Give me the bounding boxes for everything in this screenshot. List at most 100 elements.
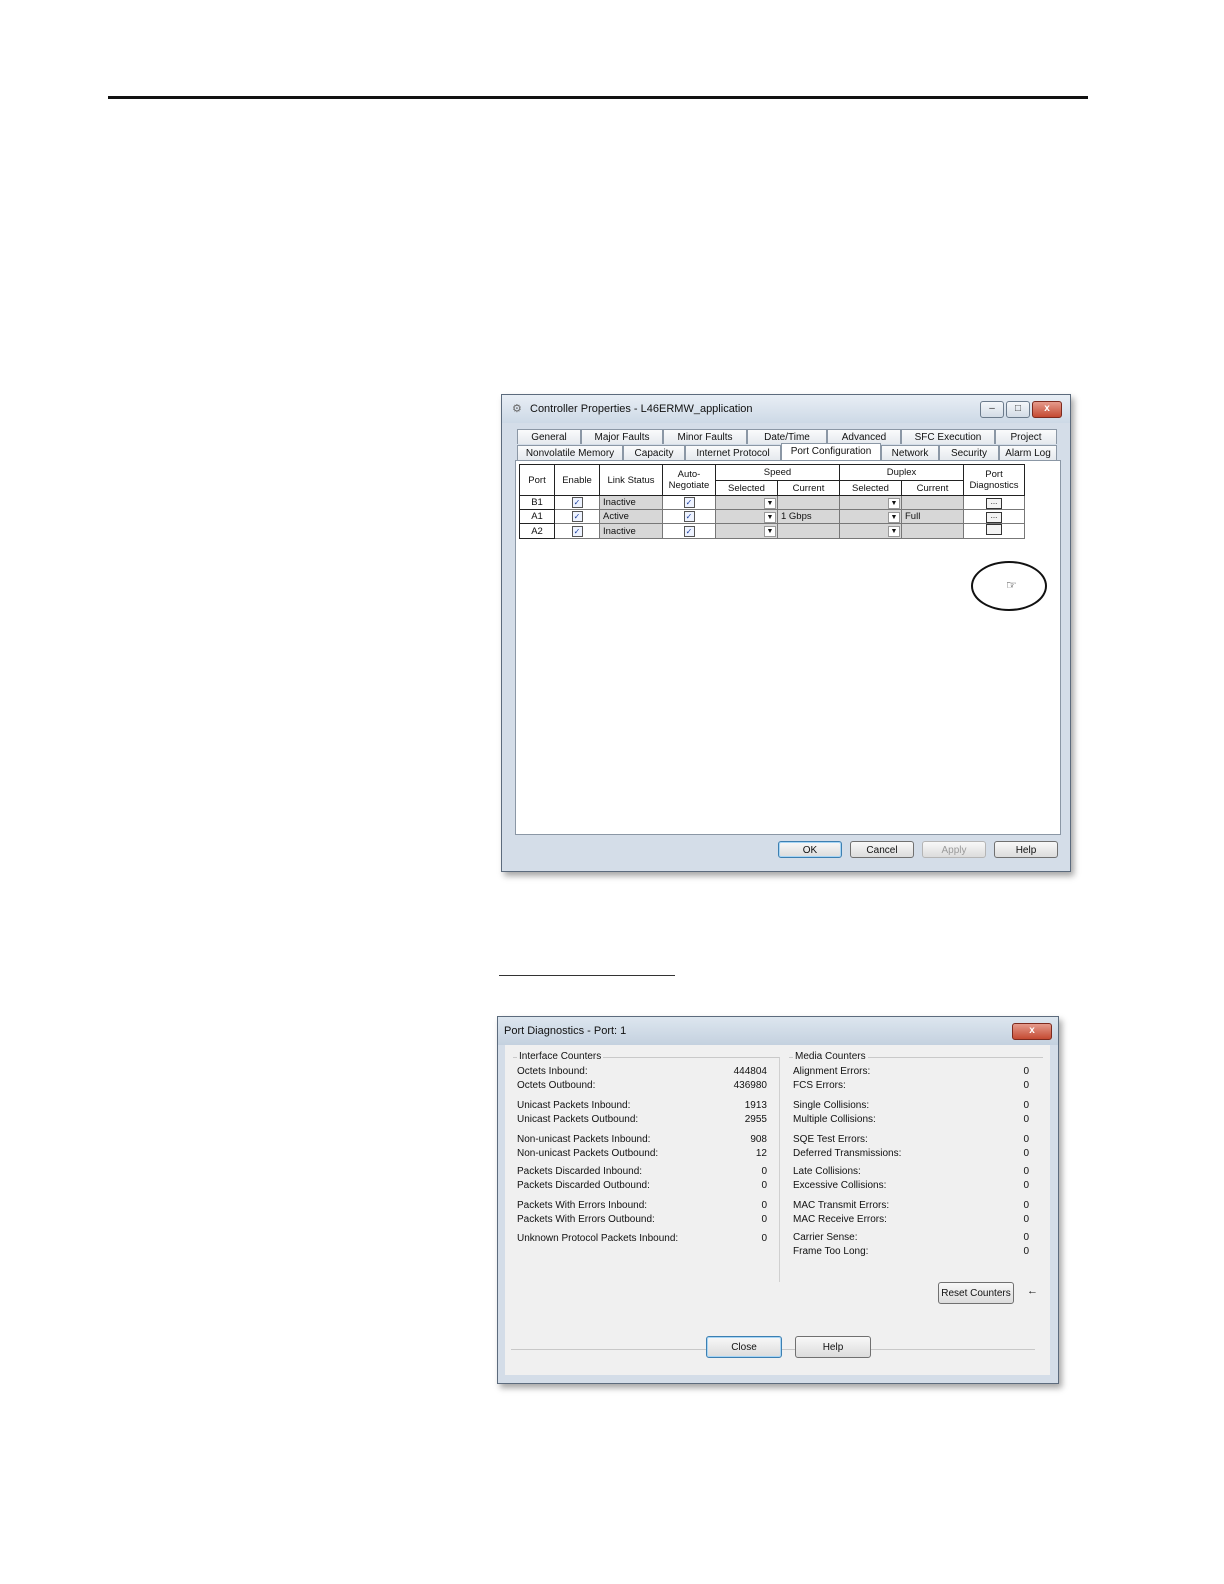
tab-internet-protocol[interactable]: Internet Protocol bbox=[685, 445, 781, 460]
counter-value: 444804 bbox=[733, 1066, 767, 1077]
counter-row: Multiple Collisions: 0 bbox=[793, 1114, 1029, 1126]
title-bar[interactable]: ⚙ Controller Properties - L46ERMW_applic… bbox=[502, 395, 1070, 423]
tab-sfc-execution[interactable]: SFC Execution bbox=[901, 429, 995, 444]
port-diagnostics-button[interactable]: ... bbox=[986, 512, 1002, 523]
counter-value: 0 bbox=[1023, 1214, 1029, 1225]
counter-label: Excessive Collisions: bbox=[793, 1180, 887, 1191]
counter-label: Unknown Protocol Packets Inbound: bbox=[517, 1233, 679, 1244]
chevron-down-icon: ▼ bbox=[888, 526, 900, 537]
counter-label: Late Collisions: bbox=[793, 1166, 861, 1177]
tab-security[interactable]: Security bbox=[939, 445, 999, 460]
link-status-cell: Inactive bbox=[599, 523, 663, 539]
counter-label: Deferred Transmissions: bbox=[793, 1148, 902, 1159]
help-button[interactable]: Help bbox=[795, 1336, 871, 1358]
tab-capacity[interactable]: Capacity bbox=[623, 445, 685, 460]
col-speed-current: Current bbox=[777, 480, 840, 496]
counter-row: Excessive Collisions: 0 bbox=[793, 1180, 1029, 1192]
counter-label: Packets Discarded Inbound: bbox=[517, 1166, 643, 1177]
col-speed-selected: Selected bbox=[715, 480, 778, 496]
counter-row: SQE Test Errors: 0 bbox=[793, 1134, 1029, 1146]
tab-network[interactable]: Network bbox=[881, 445, 939, 460]
tab-row-2: Nonvolatile Memory Capacity Internet Pro… bbox=[517, 443, 1057, 461]
duplex-select[interactable]: ▼ bbox=[839, 523, 902, 539]
port-configuration-panel: Port Enable Link Status Auto- Negotiate … bbox=[515, 460, 1061, 835]
speed-select[interactable]: ▼ bbox=[715, 509, 778, 524]
port-table: Port Enable Link Status Auto- Negotiate … bbox=[519, 464, 1025, 539]
counter-label: Frame Too Long: bbox=[793, 1246, 869, 1257]
tab-advanced[interactable]: Advanced bbox=[827, 429, 901, 444]
counter-row: Unknown Protocol Packets Inbound: 0 bbox=[517, 1233, 767, 1245]
enable-checkbox[interactable]: ✓ bbox=[554, 523, 600, 539]
counter-value: 0 bbox=[1023, 1200, 1029, 1211]
col-link-status: Link Status bbox=[599, 464, 663, 496]
table-row: A1 ✓ Active ✓ ▼ 1 Gbps ▼ Full ... bbox=[519, 509, 1025, 524]
port-diagnostics-button[interactable]: ... bbox=[986, 498, 1002, 509]
cancel-button[interactable]: Cancel bbox=[850, 841, 914, 858]
counter-label: SQE Test Errors: bbox=[793, 1134, 868, 1145]
link-underline bbox=[499, 975, 675, 976]
counter-label: FCS Errors: bbox=[793, 1080, 846, 1091]
speed-select[interactable]: ▼ bbox=[715, 523, 778, 539]
table-row: A2 ✓ Inactive ✓ ▼ ▼ bbox=[519, 523, 1025, 539]
close-button[interactable]: x bbox=[1012, 1023, 1052, 1040]
auto-negotiate-checkbox[interactable]: ✓ bbox=[662, 495, 716, 510]
col-auto-negotiate: Auto- Negotiate bbox=[662, 464, 716, 496]
port-cell: B1 bbox=[519, 495, 555, 510]
counter-label: MAC Transmit Errors: bbox=[793, 1200, 890, 1211]
counter-value: 0 bbox=[1023, 1080, 1029, 1091]
interface-counters-label: Interface Counters bbox=[517, 1051, 604, 1062]
apply-button[interactable]: Apply bbox=[922, 841, 986, 858]
ok-button[interactable]: OK bbox=[778, 841, 842, 858]
minimize-button[interactable]: – bbox=[980, 401, 1004, 418]
duplex-current-cell: Full bbox=[901, 509, 964, 524]
counter-label: Packets With Errors Outbound: bbox=[517, 1214, 655, 1225]
counter-value: 0 bbox=[761, 1214, 767, 1225]
counter-label: Carrier Sense: bbox=[793, 1232, 858, 1243]
chevron-down-icon: ▼ bbox=[764, 512, 776, 523]
counter-value: 0 bbox=[1023, 1232, 1029, 1243]
counter-row: Frame Too Long: 0 bbox=[793, 1246, 1029, 1258]
maximize-button[interactable]: □ bbox=[1006, 401, 1030, 418]
col-port: Port bbox=[519, 464, 555, 496]
enable-checkbox[interactable]: ✓ bbox=[554, 495, 600, 510]
col-port-diagnostics: Port Diagnostics bbox=[963, 464, 1025, 496]
counter-value: 12 bbox=[755, 1148, 767, 1159]
enable-checkbox[interactable]: ✓ bbox=[554, 509, 600, 524]
tab-nonvolatile-memory[interactable]: Nonvolatile Memory bbox=[517, 445, 623, 460]
counter-row: MAC Transmit Errors: 0 bbox=[793, 1200, 1029, 1212]
counter-value: 0 bbox=[1023, 1166, 1029, 1177]
reset-counters-button[interactable]: Reset Counters bbox=[938, 1282, 1014, 1304]
counter-value: 908 bbox=[750, 1134, 767, 1145]
port-diagnostics-cell: ... bbox=[963, 509, 1025, 524]
tab-minor-faults[interactable]: Minor Faults bbox=[663, 429, 747, 444]
speed-select[interactable]: ▼ bbox=[715, 495, 778, 510]
duplex-select[interactable]: ▼ bbox=[839, 495, 902, 510]
controller-icon: ⚙ bbox=[512, 403, 522, 415]
window-title: Controller Properties - L46ERMW_applicat… bbox=[530, 403, 753, 415]
counter-value: 0 bbox=[761, 1180, 767, 1191]
tab-date-time[interactable]: Date/Time bbox=[747, 429, 827, 444]
counter-label: MAC Receive Errors: bbox=[793, 1214, 887, 1225]
counter-row: Packets Discarded Inbound: 0 bbox=[517, 1166, 767, 1178]
col-speed: Speed bbox=[715, 464, 840, 481]
title-bar[interactable]: Port Diagnostics - Port: 1 x bbox=[498, 1017, 1058, 1045]
counter-label: Unicast Packets Inbound: bbox=[517, 1100, 631, 1111]
close-button[interactable]: x bbox=[1032, 401, 1062, 418]
table-row: B1 ✓ Inactive ✓ ▼ ▼ ... bbox=[519, 495, 1025, 510]
tab-major-faults[interactable]: Major Faults bbox=[581, 429, 663, 444]
tab-port-configuration[interactable]: Port Configuration bbox=[781, 443, 881, 460]
link-status-cell: Active bbox=[599, 509, 663, 524]
counter-value: 0 bbox=[1023, 1148, 1029, 1159]
col-duplex: Duplex bbox=[839, 464, 964, 481]
tab-general[interactable]: General bbox=[517, 429, 581, 444]
auto-negotiate-checkbox[interactable]: ✓ bbox=[662, 523, 716, 539]
help-button[interactable]: Help bbox=[994, 841, 1058, 858]
port-diagnostics-button[interactable] bbox=[986, 524, 1002, 535]
auto-negotiate-checkbox[interactable]: ✓ bbox=[662, 509, 716, 524]
tab-alarm-log[interactable]: Alarm Log bbox=[999, 445, 1057, 460]
port-cell: A2 bbox=[519, 523, 555, 539]
duplex-select[interactable]: ▼ bbox=[839, 509, 902, 524]
counter-row: Octets Outbound: 436980 bbox=[517, 1080, 767, 1092]
close-dialog-button[interactable]: Close bbox=[706, 1336, 782, 1358]
tab-project[interactable]: Project bbox=[995, 429, 1057, 444]
